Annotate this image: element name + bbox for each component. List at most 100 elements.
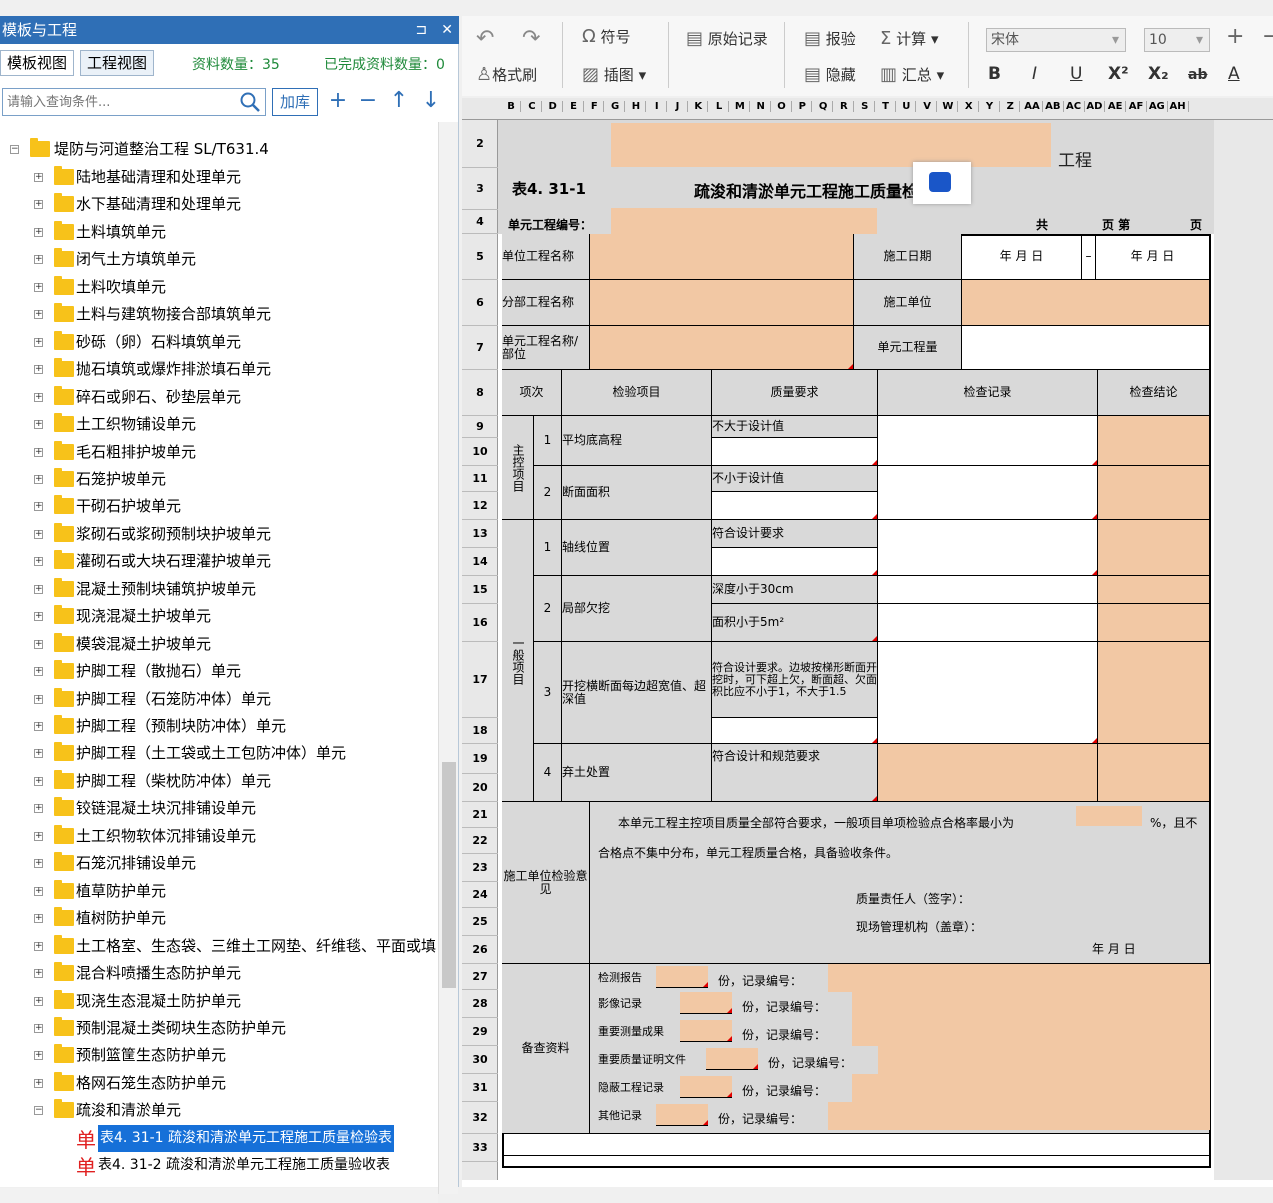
tree-hscrollbar[interactable]	[0, 1188, 438, 1203]
expand-icon[interactable]: +	[34, 200, 43, 210]
column-label[interactable]: C	[523, 101, 542, 112]
row-label[interactable]: 12	[462, 492, 498, 520]
expand-icon[interactable]: +	[34, 584, 43, 594]
column-label[interactable]: AA	[1022, 101, 1043, 112]
requirement-note-input[interactable]	[712, 548, 878, 576]
build-unit-input[interactable]	[962, 280, 1210, 326]
redo-icon[interactable]: ↷	[522, 26, 540, 51]
expand-icon[interactable]: +	[34, 502, 43, 512]
row-label[interactable]: 26	[462, 936, 498, 964]
scroll-thumb[interactable]	[442, 762, 456, 988]
row-label[interactable]: 23	[462, 854, 498, 882]
font-color-button[interactable]: A	[1228, 64, 1240, 84]
expand-icon[interactable]: +	[34, 1078, 43, 1088]
insert-image-button[interactable]: ▨ 插图 ▾	[582, 64, 646, 85]
expand-icon[interactable]: +	[34, 392, 43, 402]
expand-icon[interactable]: +	[34, 859, 43, 869]
column-label[interactable]: U	[897, 101, 917, 112]
original-record-button[interactable]: ▤ 原始记录	[686, 28, 768, 49]
check-record-cell[interactable]	[878, 416, 1098, 466]
row-label[interactable]: 20	[462, 774, 498, 802]
expand-icon[interactable]: +	[34, 914, 43, 924]
column-label[interactable]: AB	[1043, 101, 1064, 112]
column-label[interactable]: E	[564, 101, 584, 112]
expand-icon[interactable]: +	[34, 1023, 43, 1033]
row-label[interactable]: 3	[462, 168, 498, 210]
column-label[interactable]: J	[668, 101, 688, 112]
column-label[interactable]: Z	[1001, 101, 1021, 112]
blank-row[interactable]	[502, 1134, 1210, 1156]
record-no-input[interactable]	[828, 964, 1210, 992]
row-label[interactable]: 9	[462, 416, 498, 438]
copy-count-input[interactable]	[656, 1104, 708, 1126]
expand-icon[interactable]: +	[34, 639, 43, 649]
row-label[interactable]: 7	[462, 326, 498, 370]
expand-icon[interactable]: +	[34, 365, 43, 375]
column-label[interactable]: O	[772, 101, 792, 112]
check-result-cell[interactable]	[1098, 576, 1210, 604]
search-input[interactable]	[7, 92, 235, 112]
project-name-input[interactable]	[611, 123, 1051, 167]
column-label[interactable]: B	[502, 101, 522, 112]
search-icon[interactable]	[239, 91, 261, 113]
row-label[interactable]: 30	[462, 1046, 498, 1074]
bold-button[interactable]: B	[988, 64, 1001, 84]
summary-button[interactable]: ▥ 汇总 ▾	[880, 64, 944, 85]
tab-template-view[interactable]: 模板视图	[0, 50, 75, 76]
column-label[interactable]: AG	[1147, 101, 1168, 112]
check-result-cell[interactable]	[1098, 466, 1210, 520]
row-label[interactable]: 14	[462, 548, 498, 576]
column-label[interactable]: X	[960, 101, 979, 112]
expand-icon[interactable]: +	[34, 776, 43, 786]
expand-icon[interactable]: +	[34, 255, 43, 265]
expand-icon[interactable]: +	[34, 227, 43, 237]
column-label[interactable]: Y	[980, 101, 1000, 112]
expand-icon[interactable]: +	[34, 886, 43, 896]
check-result-cell[interactable]	[1098, 416, 1210, 466]
row-label[interactable]: 8	[462, 370, 498, 416]
requirement-note-input[interactable]	[712, 438, 878, 466]
row-label[interactable]: 18	[462, 718, 498, 744]
tab-project-view[interactable]: 工程视图	[80, 50, 155, 76]
record-no-input[interactable]	[852, 1074, 1210, 1102]
row-label[interactable]: 11	[462, 466, 498, 492]
column-label[interactable]: AH	[1168, 101, 1189, 112]
arrow-up-icon[interactable]: ↑	[387, 88, 411, 116]
expand-icon[interactable]: +	[34, 529, 43, 539]
expand-icon[interactable]: +	[34, 667, 43, 677]
row-label[interactable]: 27	[462, 964, 498, 990]
close-icon[interactable]: ✕	[441, 22, 453, 38]
column-label[interactable]: M	[731, 101, 750, 112]
row-label[interactable]: 25	[462, 908, 498, 936]
expand-icon[interactable]: +	[34, 310, 43, 320]
column-label[interactable]: V	[918, 101, 938, 112]
row-label[interactable]: 22	[462, 828, 498, 854]
decrease-font-icon[interactable]: −	[1262, 24, 1273, 49]
arrow-down-icon[interactable]: ↓	[419, 88, 443, 116]
subscript-button[interactable]: X₂	[1148, 64, 1169, 84]
italic-button[interactable]: I	[1032, 64, 1037, 84]
copy-count-input[interactable]	[706, 1048, 758, 1070]
column-label[interactable]: S	[856, 101, 875, 112]
expand-icon[interactable]: +	[34, 420, 43, 430]
expand-icon[interactable]: +	[34, 337, 43, 347]
column-label[interactable]: L	[710, 101, 730, 112]
row-label[interactable]: 21	[462, 802, 498, 828]
expand-icon[interactable]: +	[34, 282, 43, 292]
row-label[interactable]: 10	[462, 438, 498, 466]
requirement-note-input[interactable]	[712, 718, 878, 744]
check-result-cell[interactable]	[1098, 604, 1210, 642]
column-label[interactable]: I	[648, 101, 667, 112]
expand-icon[interactable]: +	[34, 173, 43, 182]
expand-icon[interactable]: +	[34, 557, 43, 567]
check-record-cell[interactable]	[878, 576, 1098, 604]
row-label[interactable]: 28	[462, 990, 498, 1018]
copy-count-input[interactable]	[680, 1020, 732, 1042]
add-icon[interactable]: +	[326, 88, 350, 116]
check-result-cell[interactable]	[1098, 520, 1210, 576]
strikethrough-button[interactable]: ab	[1188, 67, 1207, 83]
row-label[interactable]: 13	[462, 520, 498, 548]
font-size-select[interactable]: 10 ▾	[1144, 28, 1210, 52]
row-label[interactable]: 29	[462, 1018, 498, 1046]
check-record-cell[interactable]	[878, 604, 1098, 642]
